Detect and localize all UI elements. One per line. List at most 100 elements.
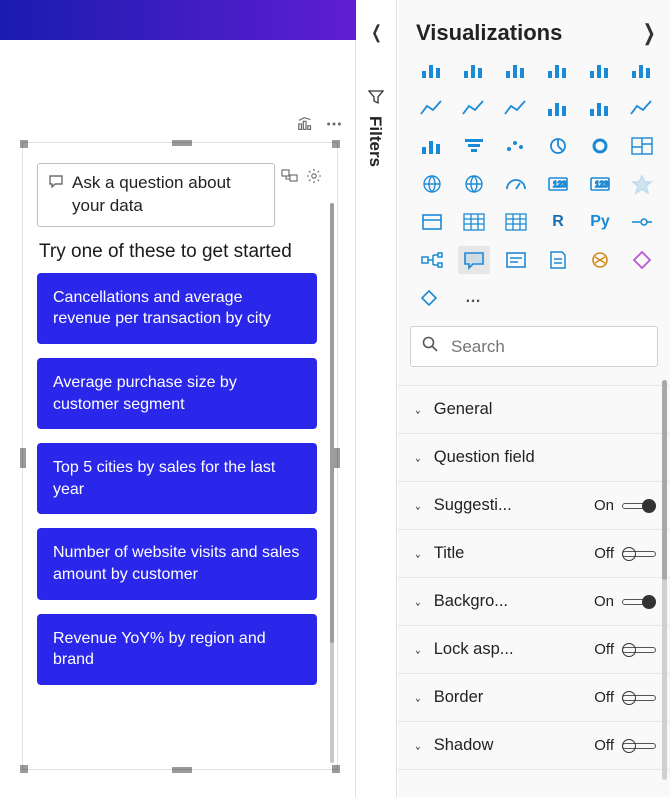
ribbon-chart[interactable] (626, 94, 658, 122)
scrollbar-thumb[interactable] (662, 380, 667, 580)
area-chart[interactable] (458, 94, 490, 122)
ribbon-band (0, 0, 356, 40)
qna-suggestion-text: Revenue YoY% by region and brand (53, 630, 266, 669)
chevron-down-icon: ⌄ (414, 737, 422, 754)
more-visuals-icon[interactable]: … (458, 284, 490, 312)
card-visual[interactable]: 123 (542, 170, 574, 198)
slicer-visual[interactable] (416, 208, 448, 236)
qna-suggestion[interactable]: Revenue YoY% by region and brand (37, 614, 317, 685)
power-automate-visual[interactable] (416, 284, 448, 312)
format-section[interactable]: ⌄TitleOff (398, 529, 670, 577)
decomposition-tree-visual[interactable] (416, 246, 448, 274)
format-toggle[interactable]: Off (586, 689, 656, 706)
toggle-switch[interactable] (622, 595, 656, 609)
gauge-chart[interactable] (500, 170, 532, 198)
format-section-label: General (434, 400, 656, 419)
map-chart[interactable] (416, 170, 448, 198)
visualizations-panel: Visualizations ❯ 123 123 R Py … ⌄ General ⌄Qu… (398, 0, 670, 797)
100pct-stacked-column-chart[interactable] (626, 56, 658, 84)
toggle-switch[interactable] (622, 547, 656, 561)
chevron-down-icon: ⌄ (414, 689, 422, 706)
format-toggle[interactable]: On (586, 593, 656, 610)
waterfall-chart[interactable] (416, 132, 448, 160)
line-clustered-column-chart[interactable] (584, 94, 616, 122)
scrollbar-thumb[interactable] (330, 203, 334, 643)
visualizations-grid-extra: … (398, 284, 670, 322)
line-chart[interactable] (416, 94, 448, 122)
arcgis-visual[interactable] (584, 246, 616, 274)
filter-icon[interactable] (367, 88, 385, 111)
toggle-switch[interactable] (622, 499, 656, 513)
100pct-stacked-bar-chart[interactable] (584, 56, 616, 84)
qna-suggestion[interactable]: Top 5 cities by sales for the last year (37, 443, 317, 514)
format-section[interactable]: ⌄Backgro...On (398, 577, 670, 625)
scrollbar[interactable] (662, 380, 667, 780)
format-section[interactable]: ⌄ BorderOff (398, 673, 670, 721)
more-icon[interactable] (325, 115, 343, 133)
stacked-column-chart[interactable] (458, 56, 490, 84)
qna-visual-container[interactable]: Ask a question about your data Try one o… (22, 142, 338, 770)
pie-chart[interactable] (542, 132, 574, 160)
kpi-visual[interactable] (626, 170, 658, 198)
clustered-bar-chart[interactable] (500, 56, 532, 84)
gear-icon[interactable] (305, 167, 323, 185)
scatter-chart[interactable] (500, 132, 532, 160)
format-section-label: Lock asp... (434, 640, 586, 659)
clustered-column-chart[interactable] (542, 56, 574, 84)
multi-row-card-visual[interactable]: 123 (584, 170, 616, 198)
format-section[interactable]: ⌄Question field (398, 433, 670, 481)
format-toggle[interactable]: Off (586, 737, 656, 754)
toggle-switch[interactable] (622, 739, 656, 753)
format-section-label: Border (434, 688, 586, 707)
format-toggle[interactable]: On (586, 497, 656, 514)
power-apps-visual[interactable] (626, 246, 658, 274)
visual-header-icons (297, 115, 343, 133)
stacked-bar-chart[interactable] (416, 56, 448, 84)
speech-bubble-icon (48, 174, 64, 195)
qna-suggestion[interactable]: Average purchase size by customer segmen… (37, 358, 317, 429)
chevron-left-icon[interactable]: ❮ (371, 22, 382, 43)
bar-line-chart-icon[interactable] (297, 115, 315, 133)
qna-suggestion-text: Top 5 cities by sales for the last year (53, 459, 275, 498)
python-visual[interactable]: Py (584, 208, 616, 236)
visualizations-title: Visualizations (416, 20, 562, 46)
qna-visual[interactable] (458, 246, 490, 274)
qna-suggestion-text: Number of website visits and sales amoun… (53, 544, 299, 583)
qna-input-box[interactable]: Ask a question about your data (37, 163, 275, 227)
qna-suggestion[interactable]: Cancellations and average revenue per tr… (37, 273, 317, 344)
scrollbar[interactable] (330, 203, 334, 763)
format-section[interactable]: ⌄ ShadowOff (398, 721, 670, 770)
format-toggle[interactable]: Off (586, 641, 656, 658)
toggle-state: Off (586, 737, 614, 754)
smart-narrative-visual[interactable] (500, 246, 532, 274)
format-search-input[interactable] (449, 336, 670, 358)
convert-to-visual-icon[interactable] (281, 167, 299, 185)
format-section[interactable]: ⌄ General (398, 385, 670, 433)
chevron-right-icon[interactable]: ❯ (642, 20, 655, 46)
treemap-chart[interactable] (626, 132, 658, 160)
toggle-switch[interactable] (622, 691, 656, 705)
chevron-down-icon: ⌄ (414, 593, 422, 610)
toggle-switch[interactable] (622, 643, 656, 657)
format-section[interactable]: ⌄Suggesti...On (398, 481, 670, 529)
donut-chart[interactable] (584, 132, 616, 160)
format-section-label: Shadow (434, 736, 586, 755)
format-section[interactable]: ⌄Lock asp...Off (398, 625, 670, 673)
svg-text:123: 123 (553, 180, 567, 189)
paginated-report-visual[interactable] (542, 246, 574, 274)
r-script-visual[interactable]: R (542, 208, 574, 236)
filled-map-chart[interactable] (458, 170, 490, 198)
stacked-area-chart[interactable] (500, 94, 532, 122)
key-influencers-visual[interactable] (626, 208, 658, 236)
table-visual[interactable] (458, 208, 490, 236)
format-section-label: Suggesti... (434, 496, 586, 515)
format-toggle[interactable]: Off (586, 545, 656, 562)
toggle-state: On (586, 497, 614, 514)
qna-suggestion[interactable]: Number of website visits and sales amoun… (37, 528, 317, 599)
format-search[interactable] (410, 326, 658, 367)
line-stacked-column-chart[interactable] (542, 94, 574, 122)
matrix-visual[interactable] (500, 208, 532, 236)
filters-label[interactable]: Filters (365, 116, 385, 167)
funnel-chart[interactable] (458, 132, 490, 160)
chevron-down-icon: ⌄ (414, 401, 422, 418)
